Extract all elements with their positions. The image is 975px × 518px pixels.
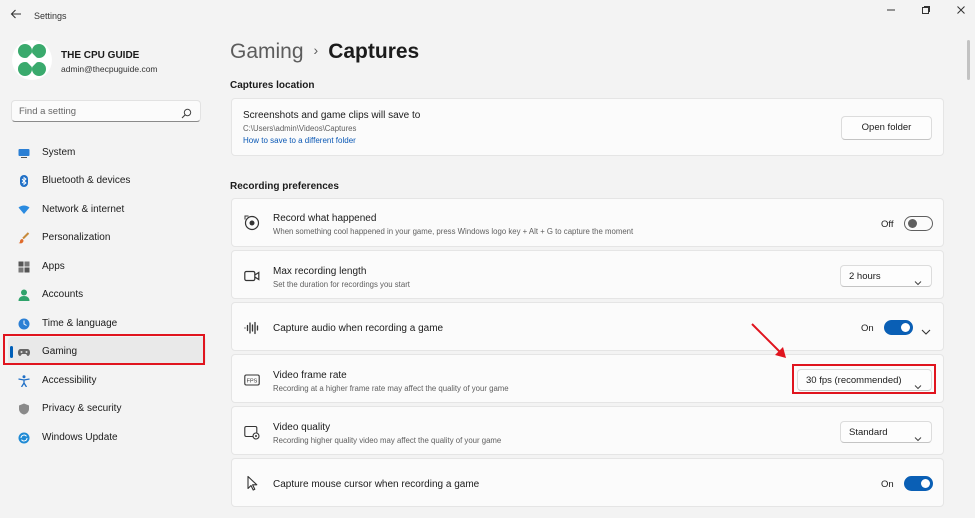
sidebar-item-label: System (42, 147, 76, 158)
record-what-happened-card: Record what happened When something cool… (231, 198, 944, 247)
accessibility-icon (18, 374, 30, 388)
chevron-down-icon[interactable] (921, 323, 931, 341)
brush-icon (18, 231, 30, 244)
app-title: Settings (34, 11, 67, 21)
video-camera-icon (244, 268, 260, 284)
sidebar-item-label: Apps (42, 261, 65, 272)
video-quality-dropdown[interactable]: Standard (840, 421, 932, 443)
setting-description: Recording higher quality video may affec… (273, 436, 502, 445)
avatar[interactable] (12, 40, 52, 80)
close-icon[interactable] (954, 5, 968, 19)
capture-audio-card[interactable]: Capture audio when recording a game On (231, 302, 944, 351)
sidebar-item-label: Personalization (42, 232, 111, 243)
clock-globe-icon (18, 317, 30, 330)
title-bar: Settings (0, 0, 975, 34)
capture-mouse-cursor-toggle[interactable] (904, 476, 933, 491)
setting-title: Video frame rate (273, 370, 347, 381)
annotation-arrow-icon (748, 320, 793, 365)
profile-email: admin@thecpuguide.com (61, 64, 158, 74)
dropdown-value: Standard (849, 427, 888, 438)
section-header-recording-preferences: Recording preferences (230, 181, 339, 192)
setting-description: Set the duration for recordings you star… (273, 280, 410, 289)
max-recording-length-dropdown[interactable]: 2 hours (840, 265, 932, 287)
page-title: Captures (328, 40, 420, 63)
captures-location-card: Screenshots and game clips will save to … (231, 98, 944, 156)
fps-icon: FPS (244, 372, 260, 388)
sidebar-item-label: Accounts (42, 289, 84, 300)
chevron-down-icon (914, 273, 922, 286)
dropdown-value: 2 hours (849, 271, 881, 282)
sidebar-item-accounts[interactable]: Accounts (8, 280, 206, 308)
sidebar-item-bluetooth[interactable]: Bluetooth & devices (8, 166, 206, 194)
video-quality-card: Video quality Recording higher quality v… (231, 406, 944, 455)
sidebar-item-network[interactable]: Network & internet (8, 195, 206, 223)
sidebar-item-label: Network & internet (42, 204, 125, 215)
annotation-highlight-box (792, 364, 936, 394)
save-location-link[interactable]: How to save to a different folder (243, 136, 356, 145)
toggle-knob (921, 479, 930, 488)
scrollbar[interactable] (967, 40, 971, 480)
search-input[interactable] (19, 104, 179, 118)
update-icon (18, 431, 30, 444)
open-folder-button[interactable]: Open folder (841, 116, 932, 140)
sidebar-item-system[interactable]: System (8, 138, 206, 166)
sidebar-item-label: Time & language (42, 318, 118, 329)
capture-audio-toggle[interactable] (884, 320, 913, 335)
breadcrumb: Gaming › Captures (230, 40, 419, 64)
toggle-state-label: Off (881, 219, 894, 230)
back-arrow-icon[interactable] (8, 8, 24, 24)
captures-location-title: Screenshots and game clips will save to (243, 110, 421, 121)
sidebar-item-personalization[interactable]: Personalization (8, 223, 206, 251)
audio-waveform-icon (244, 320, 260, 336)
scrollbar-thumb[interactable] (967, 40, 970, 80)
chevron-down-icon (914, 429, 922, 442)
toggle-knob (908, 219, 917, 228)
restore-icon[interactable] (919, 5, 933, 19)
max-recording-length-card: Max recording length Set the duration fo… (231, 250, 944, 299)
setting-title: Record what happened (273, 213, 377, 224)
toggle-state-label: On (881, 479, 894, 490)
breadcrumb-parent[interactable]: Gaming (230, 40, 304, 63)
capture-mouse-cursor-card: Capture mouse cursor when recording a ga… (231, 458, 944, 507)
sidebar-item-time-language[interactable]: Time & language (8, 309, 206, 337)
record-what-happened-toggle[interactable] (904, 216, 933, 231)
svg-text:FPS: FPS (247, 379, 258, 385)
sidebar-item-apps[interactable]: Apps (8, 252, 206, 280)
wifi-icon (18, 203, 30, 215)
sidebar-item-label: Bluetooth & devices (42, 175, 131, 186)
setting-title: Capture mouse cursor when recording a ga… (273, 479, 480, 490)
sidebar-item-label: Windows Update (42, 432, 118, 443)
sidebar-item-label: Privacy & security (42, 403, 122, 414)
setting-title: Capture audio when recording a game (273, 323, 444, 334)
sidebar-item-accessibility[interactable]: Accessibility (8, 366, 206, 394)
setting-title: Video quality (273, 422, 331, 433)
toggle-knob (901, 323, 910, 332)
accounts-icon (18, 288, 30, 301)
breadcrumb-separator: › (313, 42, 319, 58)
profile-name: THE CPU GUIDE (61, 50, 140, 61)
setting-title: Max recording length (273, 266, 367, 277)
annotation-highlight-box (3, 334, 205, 365)
toggle-state-label: On (861, 323, 874, 334)
sidebar-item-windows-update[interactable]: Windows Update (8, 423, 206, 451)
apps-icon (18, 260, 30, 273)
setting-description: Recording at a higher frame rate may aff… (273, 384, 509, 393)
system-icon (18, 146, 30, 158)
search-icon[interactable] (181, 106, 192, 119)
record-icon (244, 215, 260, 231)
bluetooth-icon (18, 174, 30, 187)
setting-description: When something cool happened in your gam… (273, 227, 634, 236)
video-settings-icon (244, 424, 260, 440)
mouse-pointer-icon (244, 475, 260, 491)
minimize-icon[interactable] (884, 5, 898, 19)
sidebar-item-privacy-security[interactable]: Privacy & security (8, 394, 206, 422)
search-box[interactable] (11, 100, 201, 122)
shield-icon (18, 402, 30, 415)
captures-path: C:\Users\admin\Videos\Captures (243, 124, 357, 133)
section-header-captures-location: Captures location (230, 80, 315, 91)
sidebar-item-label: Accessibility (42, 375, 97, 386)
